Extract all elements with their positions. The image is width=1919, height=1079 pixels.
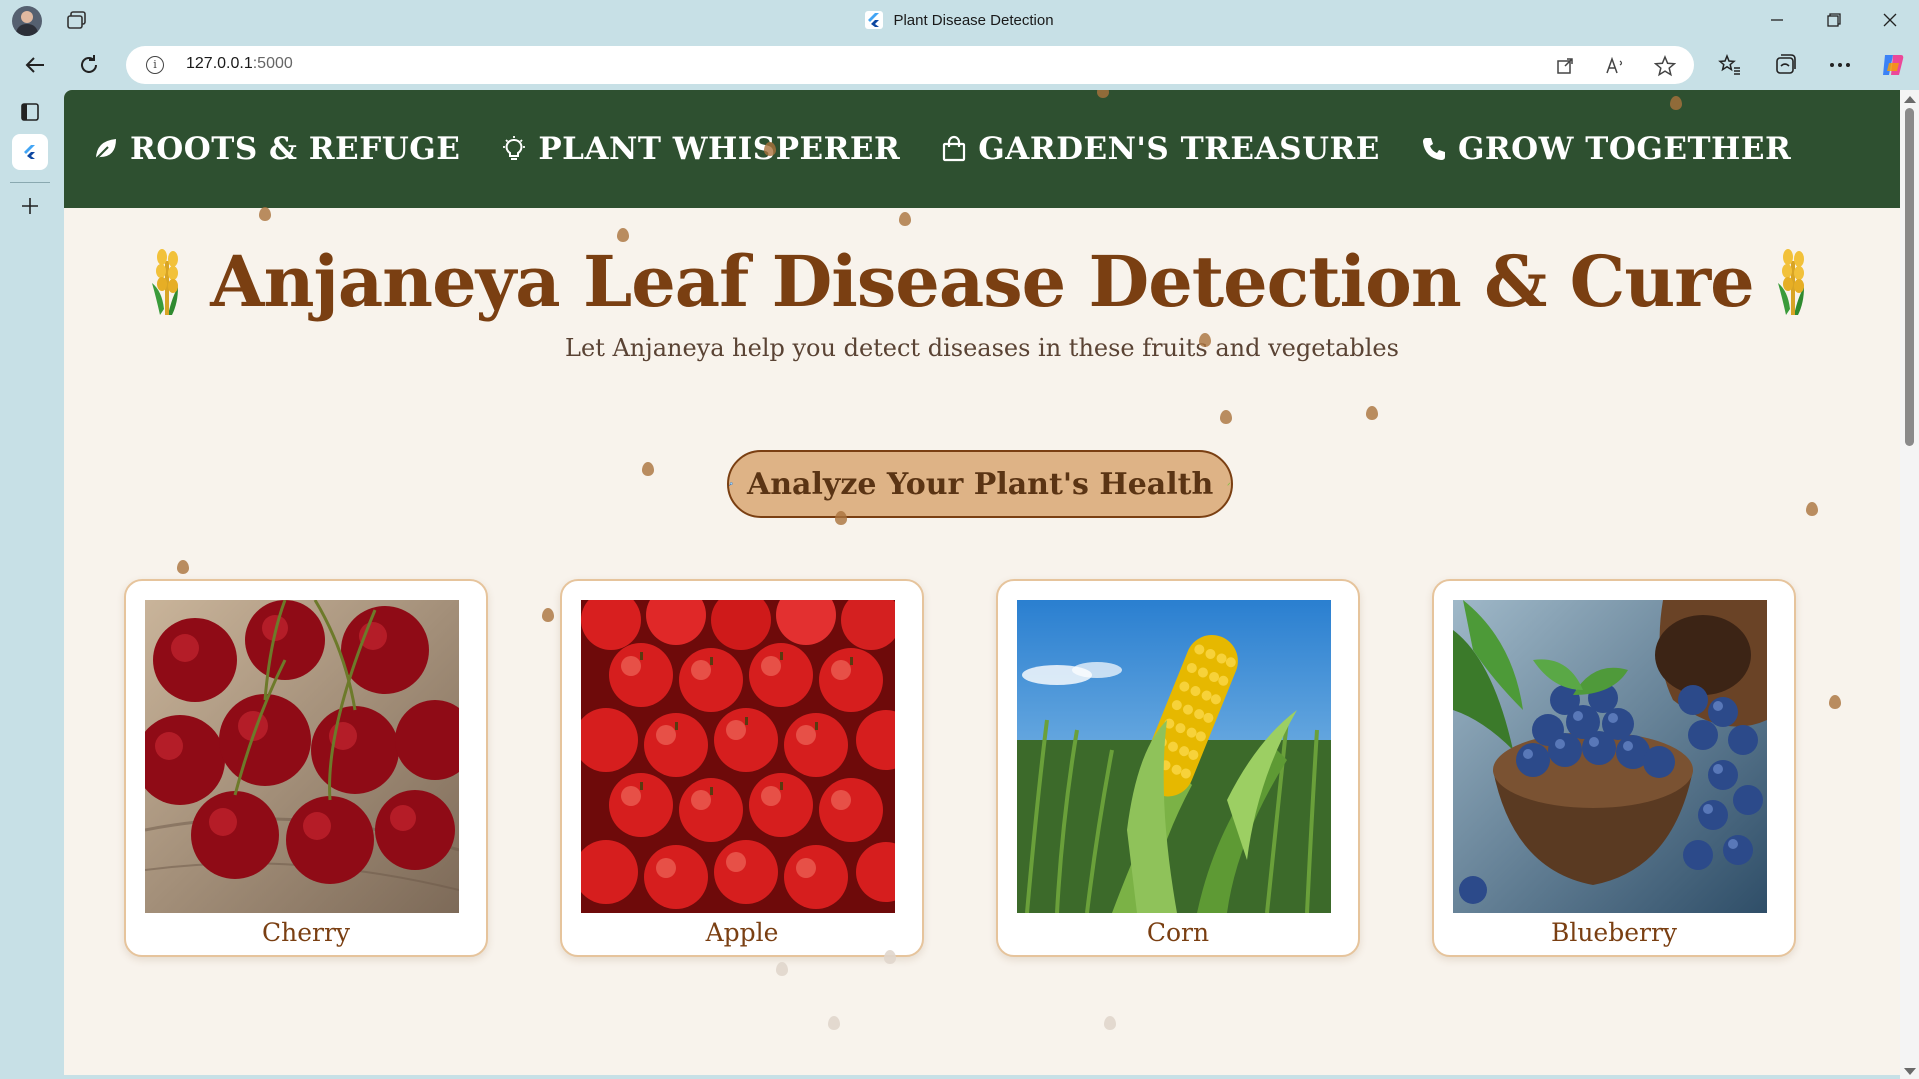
- back-arrow-icon[interactable]: [20, 50, 50, 80]
- browser-sidebar: [0, 90, 62, 1079]
- herb-icon: [1227, 482, 1231, 486]
- address-field[interactable]: i 127.0.0.1:5000: [126, 46, 1694, 84]
- lightbulb-icon: [503, 136, 526, 160]
- falling-leaf-decoration: [776, 962, 788, 976]
- falling-leaf-decoration: [899, 212, 911, 226]
- tab-title: Plant Disease Detection: [893, 11, 1054, 29]
- page-title: Anjaneya Leaf Disease Detection & Cure: [210, 240, 1754, 323]
- close-icon[interactable]: [1876, 6, 1904, 34]
- scroll-up-arrow-icon[interactable]: [1904, 96, 1916, 103]
- reload-icon[interactable]: [74, 50, 104, 80]
- scroll-down-arrow-icon[interactable]: [1904, 1068, 1916, 1075]
- nav-label: GROW TOGETHER: [1457, 131, 1792, 167]
- apples-image: [581, 600, 895, 913]
- magnifier-icon: [729, 482, 733, 486]
- more-options-icon[interactable]: [1826, 51, 1854, 79]
- corn-image: [1017, 600, 1331, 913]
- collections-icon[interactable]: [1771, 51, 1799, 79]
- wheat-icon: [152, 248, 179, 315]
- falling-leaf-decoration: [764, 142, 776, 156]
- falling-leaf-decoration: [828, 1016, 840, 1030]
- favorite-star-icon[interactable]: [1654, 55, 1676, 77]
- cherries-image: [145, 600, 459, 913]
- cta-label: Analyze Your Plant's Health: [746, 466, 1214, 502]
- open-in-app-icon[interactable]: [1554, 55, 1576, 77]
- scrollbar-thumb[interactable]: [1905, 108, 1914, 446]
- crop-label: Apple: [705, 918, 779, 947]
- tab-actions-icon[interactable]: [12, 94, 48, 130]
- falling-leaf-decoration: [617, 228, 629, 242]
- crop-card-grid: Cherry Apple Corn Blueberry: [124, 579, 1796, 957]
- falling-leaf-decoration: [642, 462, 654, 476]
- falling-leaf-decoration: [835, 511, 847, 525]
- falling-leaf-decoration: [1829, 695, 1841, 709]
- read-aloud-icon[interactable]: [1604, 55, 1626, 77]
- analyze-plant-health-button[interactable]: Analyze Your Plant's Health: [727, 450, 1233, 518]
- falling-leaf-decoration: [1670, 96, 1682, 110]
- leaf-icon: [95, 139, 116, 160]
- shopping-bag-icon: [943, 135, 966, 162]
- falling-leaf-decoration: [1366, 406, 1378, 420]
- nav-item-grow-together[interactable]: GROW TOGETHER: [1420, 131, 1791, 167]
- sidebar-divider: [10, 182, 50, 183]
- falling-leaf-decoration: [259, 207, 271, 221]
- falling-leaf-decoration: [1220, 410, 1232, 424]
- falling-leaf-decoration: [1199, 333, 1211, 347]
- hero-heading: Anjaneya Leaf Disease Detection & Cure: [64, 240, 1900, 323]
- nav-item-roots-refuge[interactable]: ROOTS & REFUGE: [92, 131, 460, 167]
- crop-card-cherry[interactable]: Cherry: [124, 579, 488, 957]
- crop-card-apple[interactable]: Apple: [560, 579, 924, 957]
- falling-leaf-decoration: [884, 950, 896, 964]
- nav-label: ROOTS & REFUGE: [130, 131, 461, 167]
- page-viewport: ROOTS & REFUGE PLANT WHISPERER GARDEN'S …: [64, 90, 1900, 1075]
- restore-icon[interactable]: [1820, 6, 1848, 34]
- nav-label: PLANT WHISPERER: [538, 131, 901, 167]
- browser-titlebar: Plant Disease Detection: [0, 0, 1919, 40]
- falling-leaf-decoration: [1104, 1016, 1116, 1030]
- minimize-icon[interactable]: [1763, 6, 1791, 34]
- favorites-list-icon[interactable]: [1716, 51, 1744, 79]
- falling-leaf-decoration: [1806, 502, 1818, 516]
- address-bar-row: i 127.0.0.1:5000: [0, 40, 1919, 90]
- blueberries-image: [1453, 600, 1767, 913]
- main-nav: ROOTS & REFUGE PLANT WHISPERER GARDEN'S …: [64, 90, 1900, 208]
- crop-label: Blueberry: [1550, 918, 1678, 947]
- nav-item-gardens-treasure[interactable]: GARDEN'S TREASURE: [940, 131, 1380, 167]
- nav-label: GARDEN'S TREASURE: [978, 131, 1380, 167]
- crop-label: Cherry: [261, 918, 351, 947]
- flutter-logo-icon: [865, 11, 884, 29]
- crop-card-corn[interactable]: Corn: [996, 579, 1360, 957]
- wheat-icon: [1777, 248, 1804, 315]
- url-text[interactable]: 127.0.0.1:5000: [186, 55, 293, 73]
- site-info-icon[interactable]: i: [146, 56, 164, 74]
- window-title: Plant Disease Detection: [0, 0, 1919, 40]
- phone-icon: [1422, 138, 1445, 160]
- new-tab-plus-icon[interactable]: [12, 188, 48, 224]
- crop-card-blueberry[interactable]: Blueberry: [1432, 579, 1796, 957]
- copilot-icon[interactable]: [1879, 51, 1907, 79]
- crop-label: Corn: [1146, 918, 1210, 947]
- active-tab-flutter-icon[interactable]: [12, 134, 48, 170]
- falling-leaf-decoration: [542, 608, 554, 622]
- nav-item-plant-whisperer[interactable]: PLANT WHISPERER: [500, 131, 900, 167]
- page-subtitle: Let Anjaneya help you detect diseases in…: [565, 334, 1399, 362]
- falling-leaf-decoration: [177, 560, 189, 574]
- page-scrollbar[interactable]: [1900, 90, 1919, 1079]
